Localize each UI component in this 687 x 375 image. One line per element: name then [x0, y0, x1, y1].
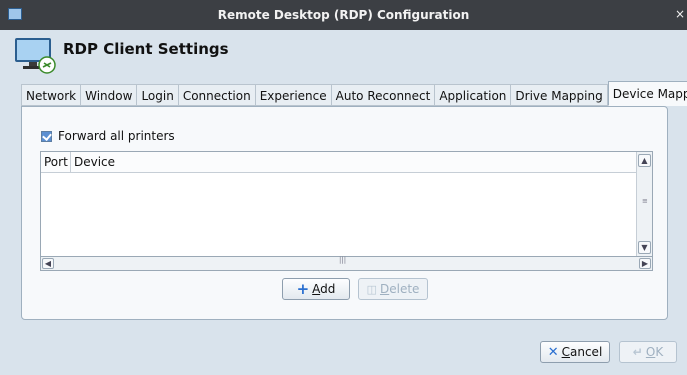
table-header: Port Device — [41, 152, 637, 173]
tab-login[interactable]: Login — [137, 84, 179, 106]
tab-auto-reconnect[interactable]: Auto Reconnect — [331, 84, 436, 106]
tab-network[interactable]: Network — [21, 84, 82, 106]
ok-button-label: OK — [645, 345, 664, 359]
x-icon: ✕ — [547, 344, 559, 360]
cancel-button[interactable]: ✕ Cancel — [540, 341, 610, 363]
scroll-left-arrow-icon[interactable]: ◀ — [42, 258, 54, 269]
enter-icon: ↵ — [632, 345, 643, 359]
column-header-device[interactable]: Device — [71, 152, 118, 172]
trash-icon: ◫ — [366, 282, 377, 296]
forward-printers-checkbox[interactable] — [41, 130, 52, 142]
add-button[interactable]: + Add — [282, 278, 350, 300]
column-header-port[interactable]: Port — [41, 152, 71, 172]
tab-application[interactable]: Application — [435, 84, 512, 106]
tab-device-mapping[interactable]: Device Mapping — [607, 81, 687, 106]
tab-bar: Network Window Login Connection Experien… — [21, 81, 687, 108]
scroll-right-arrow-icon[interactable]: ▶ — [639, 258, 651, 269]
delete-button-label: Delete — [379, 282, 420, 296]
horizontal-scrollbar[interactable]: ◀ ||| ▶ — [40, 256, 653, 271]
ok-button[interactable]: ↵ OK — [619, 341, 677, 363]
settings-header: RDP Client Settings — [0, 30, 687, 78]
delete-button[interactable]: ◫ Delete — [358, 278, 428, 300]
close-icon[interactable]: × — [675, 7, 685, 21]
device-mapping-panel: Forward all printers Port Device ▲ ≡ ▼ ◀… — [21, 106, 668, 320]
tab-window[interactable]: Window — [81, 84, 138, 106]
device-table[interactable]: Port Device ▲ ≡ ▼ — [40, 151, 653, 257]
window-title: Remote Desktop (RDP) Configuration — [217, 8, 470, 22]
page-title: RDP Client Settings — [63, 40, 229, 58]
title-bar: Remote Desktop (RDP) Configuration × — [0, 0, 687, 30]
forward-printers-label: Forward all printers — [58, 129, 175, 143]
tab-experience[interactable]: Experience — [255, 84, 332, 106]
scroll-grip-icon: ||| — [339, 256, 347, 264]
tab-connection[interactable]: Connection — [178, 84, 256, 106]
scroll-up-arrow-icon[interactable]: ▲ — [638, 154, 651, 167]
tab-drive-mapping[interactable]: Drive Mapping — [511, 84, 608, 106]
scroll-down-arrow-icon[interactable]: ▼ — [638, 241, 651, 254]
scroll-grip-icon: ≡ — [642, 197, 648, 205]
cancel-button-label: Cancel — [561, 345, 603, 359]
forward-printers-row[interactable]: Forward all printers — [41, 128, 175, 144]
add-button-label: Add — [312, 282, 336, 296]
vertical-scrollbar[interactable]: ▲ ≡ ▼ — [636, 152, 652, 256]
plus-icon: + — [296, 280, 310, 298]
monitor-link-icon — [15, 38, 56, 74]
